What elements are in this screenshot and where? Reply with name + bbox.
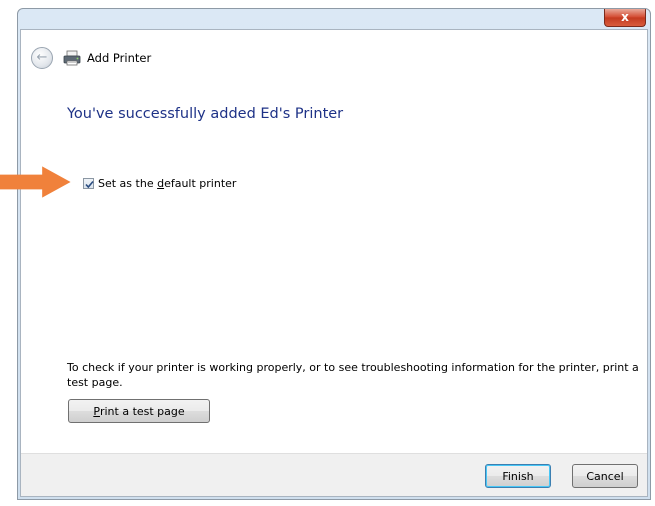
close-icon: x: [621, 10, 629, 24]
back-arrow-icon: ←: [36, 50, 48, 65]
default-printer-checkbox[interactable]: [83, 178, 94, 189]
print-test-page-button[interactable]: Print a test page: [68, 399, 210, 423]
callout-arrow-icon: [0, 166, 71, 198]
printer-icon: [63, 50, 81, 66]
window-title: Add Printer: [87, 51, 152, 65]
cancel-button[interactable]: Cancel: [572, 464, 638, 488]
add-printer-window: x ← Add Printer You've successfully adde…: [17, 8, 651, 500]
test-page-info-text: To check if your printer is working prop…: [67, 361, 639, 389]
finish-button[interactable]: Finish: [485, 464, 551, 488]
default-printer-option[interactable]: Set as the default printer: [83, 177, 236, 190]
wizard-header: ← Add Printer: [21, 30, 647, 78]
checkmark-icon: [85, 180, 94, 189]
wizard-footer: Finish Cancel: [21, 453, 647, 496]
default-printer-label[interactable]: Set as the default printer: [98, 177, 236, 190]
back-button[interactable]: ←: [31, 47, 53, 69]
close-button[interactable]: x: [604, 9, 646, 27]
page-heading: You've successfully added Ed's Printer: [67, 106, 344, 122]
window-client-area: ← Add Printer You've successfully added …: [20, 29, 648, 497]
